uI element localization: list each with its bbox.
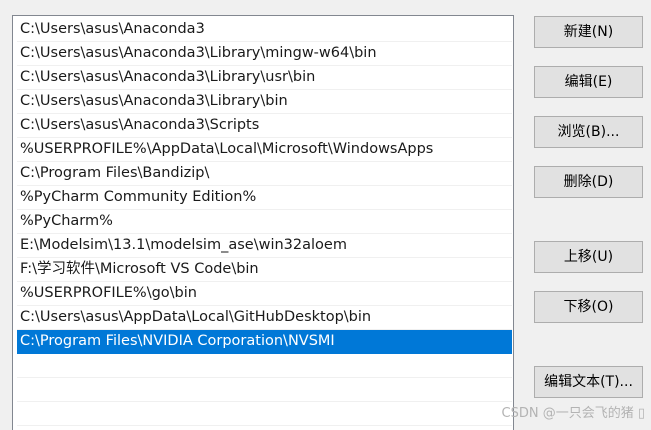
- path-list-item[interactable]: C:\Users\asus\Anaconda3\Library\bin: [17, 90, 512, 114]
- path-list-item-selected[interactable]: C:\Program Files\NVIDIA Corporation\NVSM…: [17, 330, 512, 354]
- path-list-item[interactable]: C:\Users\asus\Anaconda3\Library\usr\bin: [17, 66, 512, 90]
- path-list-item-empty[interactable]: [17, 402, 512, 426]
- delete-button[interactable]: 删除(D): [534, 166, 643, 198]
- path-list-item[interactable]: F:\学习软件\Microsoft VS Code\bin: [17, 258, 512, 282]
- csdn-watermark: CSDN @一只会飞的猪 ▯: [501, 406, 645, 421]
- path-list-item[interactable]: C:\Users\asus\Anaconda3\Library\mingw-w6…: [17, 42, 512, 66]
- path-list-item[interactable]: E:\Modelsim\13.1\modelsim_ase\win32aloem: [17, 234, 512, 258]
- path-list-item[interactable]: C:\Program Files\Bandizip\: [17, 162, 512, 186]
- path-list-item-empty[interactable]: [17, 354, 512, 378]
- move-up-button[interactable]: 上移(U): [534, 241, 643, 273]
- browse-button[interactable]: 浏览(B)...: [534, 116, 643, 148]
- path-list-item[interactable]: %USERPROFILE%\go\bin: [17, 282, 512, 306]
- edit-button[interactable]: 编辑(E): [534, 66, 643, 98]
- edit-text-button[interactable]: 编辑文本(T)...: [534, 366, 643, 398]
- path-list-item[interactable]: %PyCharm Community Edition%: [17, 186, 512, 210]
- move-down-button[interactable]: 下移(O): [534, 291, 643, 323]
- path-list[interactable]: C:\Users\asus\Anaconda3 C:\Users\asus\An…: [12, 15, 514, 430]
- path-list-item[interactable]: C:\Users\asus\Anaconda3\Scripts: [17, 114, 512, 138]
- path-list-item-empty[interactable]: [17, 378, 512, 402]
- new-button[interactable]: 新建(N): [534, 16, 643, 48]
- path-list-item[interactable]: C:\Users\asus\Anaconda3: [17, 18, 512, 42]
- path-list-item[interactable]: C:\Users\asus\AppData\Local\GitHubDeskto…: [17, 306, 512, 330]
- path-list-item[interactable]: %USERPROFILE%\AppData\Local\Microsoft\Wi…: [17, 138, 512, 162]
- path-list-item[interactable]: %PyCharm%: [17, 210, 512, 234]
